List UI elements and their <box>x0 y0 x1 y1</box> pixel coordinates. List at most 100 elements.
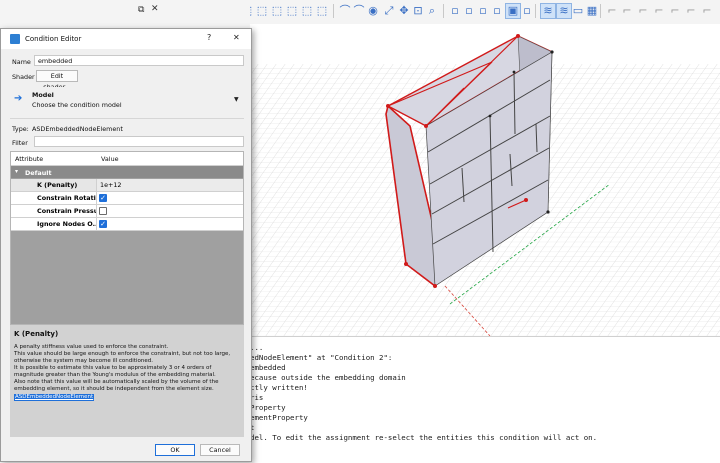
model-chooser[interactable]: ➔ Model Choose the condition model ▼ <box>10 87 244 115</box>
group-row-default[interactable]: ▾ Default <box>11 166 243 178</box>
console-line: edNodeElement" at "Condition 2": <box>250 353 393 362</box>
penalty-value-input[interactable]: 1e+12 <box>97 179 243 192</box>
zoom-icon[interactable]: ⌕ <box>425 4 439 18</box>
divider <box>10 118 244 119</box>
group-label: Default <box>25 169 52 177</box>
orbit-icon[interactable]: ⌒ <box>352 4 366 18</box>
console-line: del. To edit the assignment re-select th… <box>250 433 598 442</box>
console-line: ctly written! <box>250 383 308 392</box>
help-link[interactable]: ASDEmbeddedNodeElement <box>14 394 95 401</box>
table-header: Attribute Value <box>11 152 243 166</box>
toolbar-separator <box>535 4 536 18</box>
node-point <box>524 198 528 202</box>
help-text-line: magnitude greater than the Young's modul… <box>14 372 216 378</box>
settings-icon[interactable]: ⌐ <box>700 4 714 18</box>
attribute-column-header: Attribute <box>15 155 44 163</box>
select-solid-icon[interactable]: ▫ <box>490 4 504 18</box>
node-point <box>546 210 550 214</box>
attribute-name: Ignore Nodes O... <box>11 218 97 231</box>
node-point <box>404 262 408 266</box>
select-all-icon[interactable]: ▫ <box>520 4 534 18</box>
help-text-line: otherwise the system may become ill cond… <box>14 358 153 364</box>
shader-label: Shader <box>12 73 35 81</box>
value-column-header: Value <box>101 155 119 163</box>
value-cell: ✓ <box>97 192 243 205</box>
view-right-icon[interactable]: ⬚ <box>285 4 299 18</box>
select-mode-icon[interactable]: ▣ <box>505 3 521 19</box>
help-title: K (Penalty) <box>14 330 59 338</box>
perspective-icon[interactable]: ⌒ <box>338 4 352 18</box>
help-button[interactable]: ? <box>207 33 211 42</box>
probe-icon[interactable]: ⌐ <box>620 4 634 18</box>
node-point <box>424 124 428 128</box>
constrain-rotation-checkbox[interactable]: ✓ <box>99 194 107 202</box>
name-input[interactable]: embedded <box>34 55 244 66</box>
node-point <box>386 104 390 108</box>
pan-icon[interactable]: ✥ <box>397 4 411 18</box>
console-line: Property <box>250 403 286 412</box>
console-line: ementProperty <box>250 413 308 422</box>
select-vertex-icon[interactable]: ▫ <box>448 4 462 18</box>
ignore-nodes-checkbox[interactable]: ✓ <box>99 220 107 228</box>
view-iso-icon[interactable]: ⬚ <box>315 4 329 18</box>
display-wire-icon[interactable]: ≋ <box>556 3 572 19</box>
help-text-line: A penalty stiffness value used to enforc… <box>14 344 169 350</box>
name-label: Name <box>12 58 31 66</box>
toolbar-separator <box>443 4 444 18</box>
toolbar-separator <box>333 4 334 18</box>
view-top-icon[interactable]: ⬚ <box>300 4 314 18</box>
type-value: ASDEmbeddedNodeElement <box>32 125 123 133</box>
annotate-icon[interactable]: ⌐ <box>668 4 682 18</box>
display-shade-icon[interactable]: ▭ <box>571 4 585 18</box>
node-point <box>512 70 516 74</box>
clip-icon[interactable]: ⌐ <box>636 4 650 18</box>
condition-editor-dialog: Condition Editor ? ✕ Name embedded Shade… <box>0 28 252 462</box>
attribute-name: Constrain Rotati... <box>11 192 97 205</box>
constrain-pressure-checkbox[interactable] <box>99 207 107 215</box>
view-left-icon[interactable]: ⬚ <box>270 4 284 18</box>
model-title: Model <box>32 91 54 99</box>
help-panel: K (Penalty) A penalty stiffness value us… <box>10 325 244 437</box>
ruler-icon[interactable]: ⌐ <box>684 4 698 18</box>
console-line: ris <box>250 393 264 402</box>
help-text-line: embedding element, so it should be indep… <box>14 386 214 392</box>
viewport-3d[interactable] <box>250 24 720 336</box>
panel-float-icon[interactable]: ⧉ <box>138 5 144 15</box>
display-mesh-icon[interactable]: ▦ <box>585 4 599 18</box>
console-line: embedded <box>250 363 286 372</box>
filter-input[interactable] <box>34 136 244 147</box>
console-line: ... <box>250 343 264 352</box>
collapse-icon[interactable]: ▾ <box>15 168 18 175</box>
table-row[interactable]: Constrain Pressure <box>11 205 243 218</box>
close-icon[interactable]: ✕ <box>151 4 159 14</box>
edit-shader-button[interactable]: Edit shader... <box>36 70 78 91</box>
measure-icon[interactable]: ⌐ <box>605 4 619 18</box>
ok-button[interactable]: OK <box>155 444 195 456</box>
visibility-icon[interactable]: ◉ <box>366 4 380 18</box>
filter-label: Filter <box>12 139 28 147</box>
view-back-icon[interactable]: ⬚ <box>255 4 269 18</box>
toolbar-separator <box>600 4 601 18</box>
table-row[interactable]: Constrain Rotati... ✓ <box>11 192 243 205</box>
select-edge-icon[interactable]: ▫ <box>462 4 476 18</box>
fit-icon[interactable]: ⤢ <box>382 4 396 18</box>
help-text-line: This value should be large enough to enf… <box>14 351 231 357</box>
cancel-button[interactable]: Cancel <box>200 444 240 456</box>
node-point <box>488 114 492 118</box>
attribute-table: Attribute Value ▾ Default K (Penalty) 1e… <box>10 151 244 325</box>
table-row[interactable]: K (Penalty) 1e+12 <box>11 179 243 192</box>
type-label: Type: <box>12 125 29 133</box>
dialog-titlebar[interactable]: Condition Editor ? ✕ <box>1 29 251 49</box>
display-mode-icon[interactable]: ≋ <box>540 3 556 19</box>
zoom-window-icon[interactable]: ⊡ <box>411 4 425 18</box>
app-icon <box>10 34 20 44</box>
console-line: ecause outside the embedding domain <box>250 373 406 382</box>
close-button[interactable]: ✕ <box>233 33 240 42</box>
select-face-icon[interactable]: ▫ <box>476 4 490 18</box>
chevron-down-icon[interactable]: ▼ <box>234 96 239 103</box>
section-icon[interactable]: ⌐ <box>652 4 666 18</box>
table-row[interactable]: Ignore Nodes O... ✓ <box>11 218 243 231</box>
viewport-canvas[interactable] <box>250 24 720 336</box>
value-cell <box>97 205 243 218</box>
attribute-name: K (Penalty) <box>11 179 97 192</box>
